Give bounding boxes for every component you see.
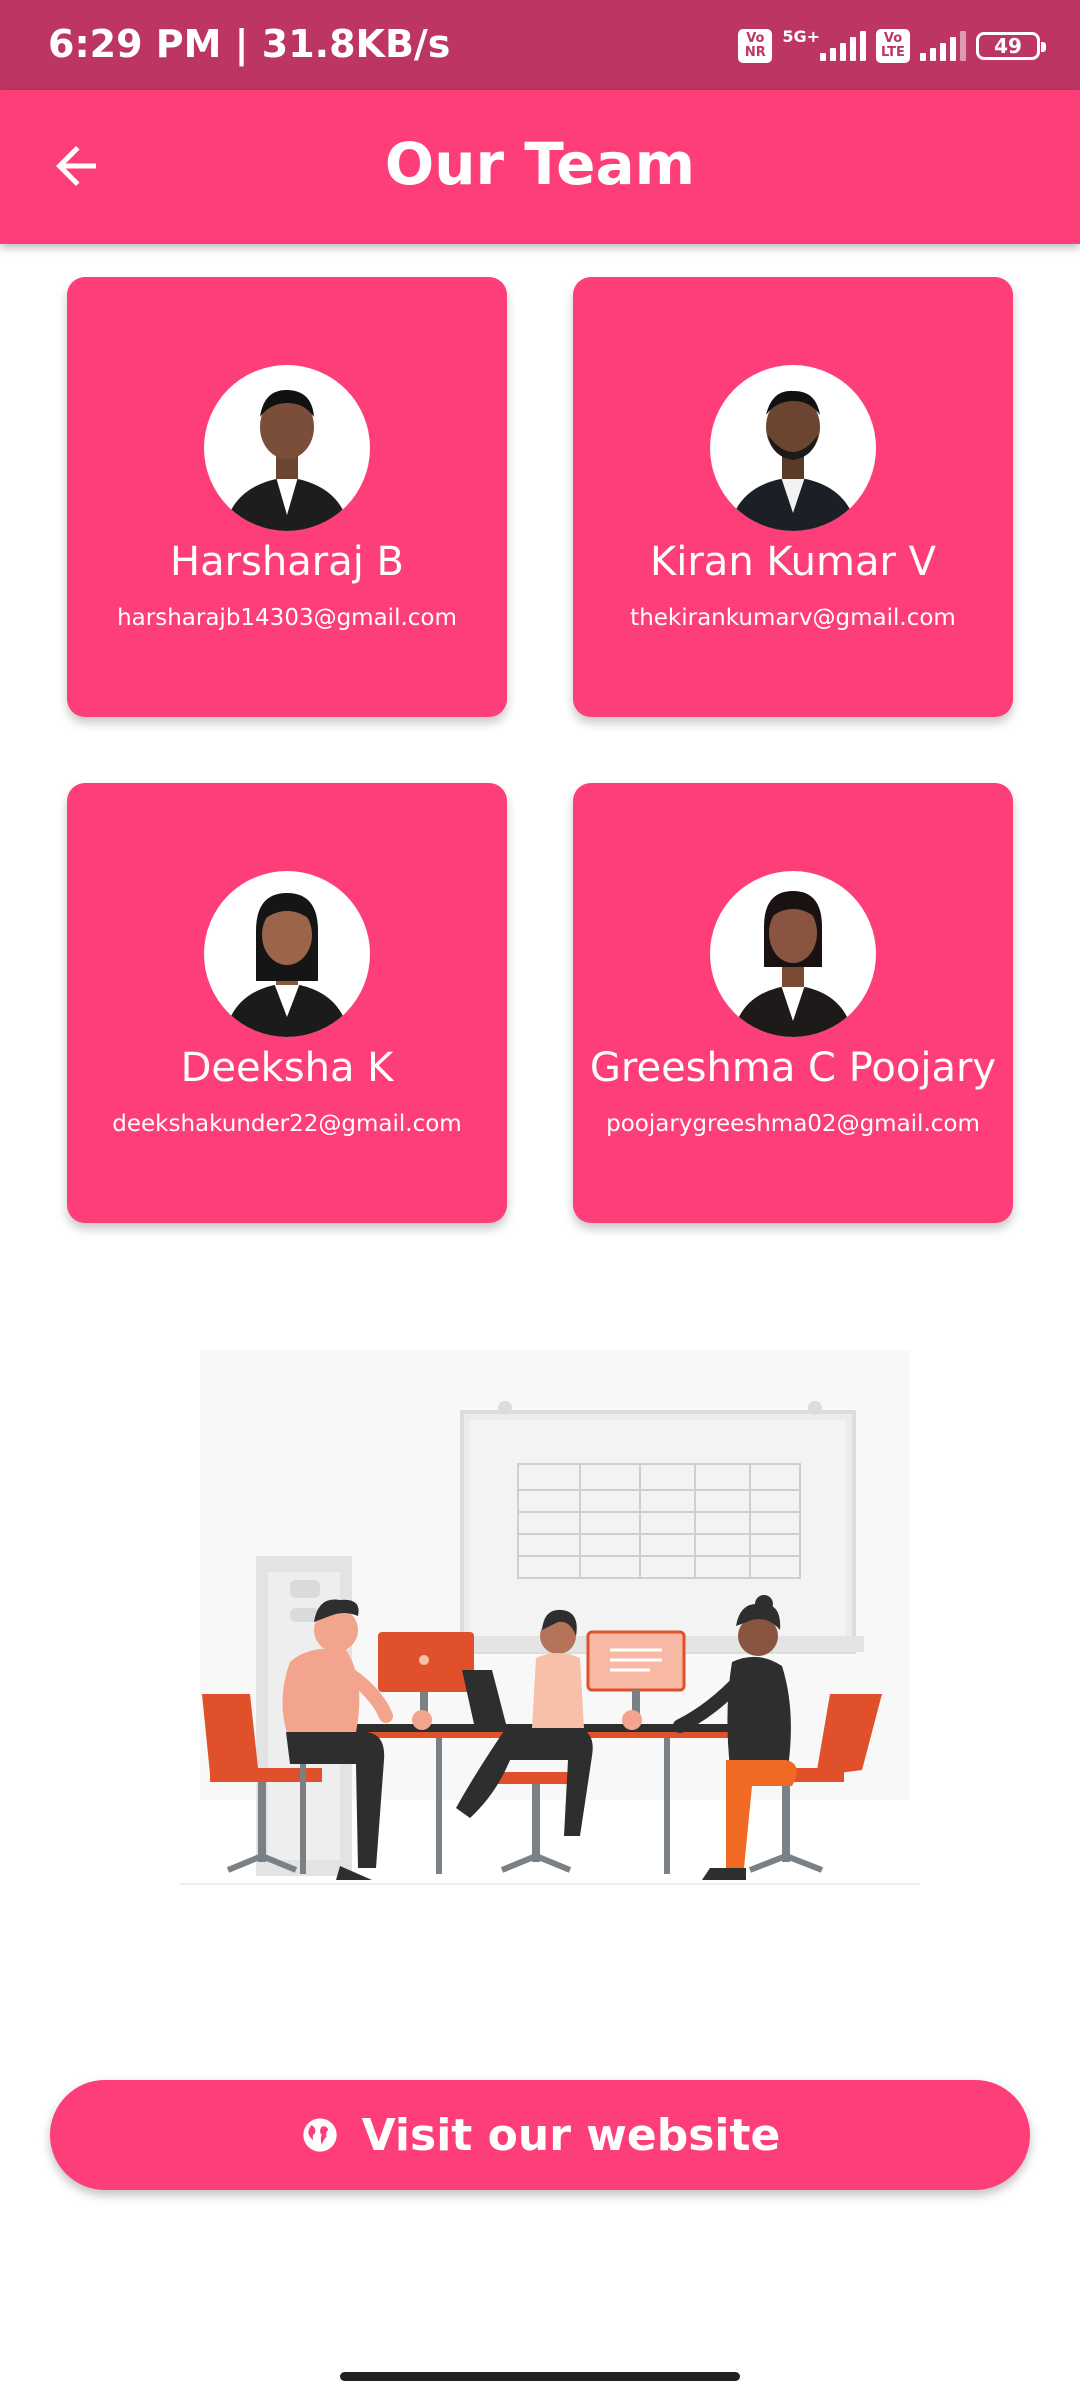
globe-icon [300, 2115, 340, 2155]
member-name: Greeshma C Poojary [589, 1045, 997, 1091]
member-email: harsharajb14303@gmail.com [117, 605, 457, 631]
battery-level: 49 [994, 34, 1022, 58]
visit-website-button[interactable]: Visit our website [50, 2080, 1030, 2190]
member-name: Kiran Kumar V [650, 539, 936, 585]
team-member-card: Harsharaj B harsharajb14303@gmail.com [67, 277, 507, 717]
avatar [710, 365, 876, 531]
avatar [204, 871, 370, 1037]
network-type: 5G+ [782, 26, 820, 46]
battery-icon: 49 [976, 32, 1046, 60]
team-member-card: Greeshma C Poojary poojarygreeshma02@gma… [573, 783, 1013, 1223]
team-illustration [140, 1340, 940, 1940]
visit-website-label: Visit our website [361, 2109, 781, 2161]
member-name: Deeksha K [180, 1045, 394, 1091]
status-time: 6:29 PM | 31.8KB/s [48, 22, 451, 66]
team-member-card: Deeksha K deekshakunder22@gmail.com [67, 783, 507, 1223]
member-email: thekirankumarv@gmail.com [630, 605, 956, 631]
app-bar: Our Team [0, 90, 1080, 244]
status-bar: 6:29 PM | 31.8KB/s Vo NR 5G+ Vo LTE 49 [0, 0, 1080, 90]
signal-icon [820, 31, 866, 61]
member-email: poojarygreeshma02@gmail.com [606, 1111, 980, 1137]
member-email: deekshakunder22@gmail.com [112, 1111, 462, 1137]
avatar [710, 871, 876, 1037]
page-title: Our Team [384, 130, 696, 198]
volte-badge: Vo NR [738, 29, 773, 63]
avatar [204, 365, 370, 531]
signal-icon [920, 31, 966, 61]
status-icons: Vo NR 5G+ Vo LTE 49 [738, 26, 1046, 66]
volte-badge: Vo LTE [876, 29, 910, 63]
member-name: Harsharaj B [170, 539, 404, 585]
home-indicator[interactable] [340, 2372, 740, 2381]
team-member-card: Kiran Kumar V thekirankumarv@gmail.com [573, 277, 1013, 717]
